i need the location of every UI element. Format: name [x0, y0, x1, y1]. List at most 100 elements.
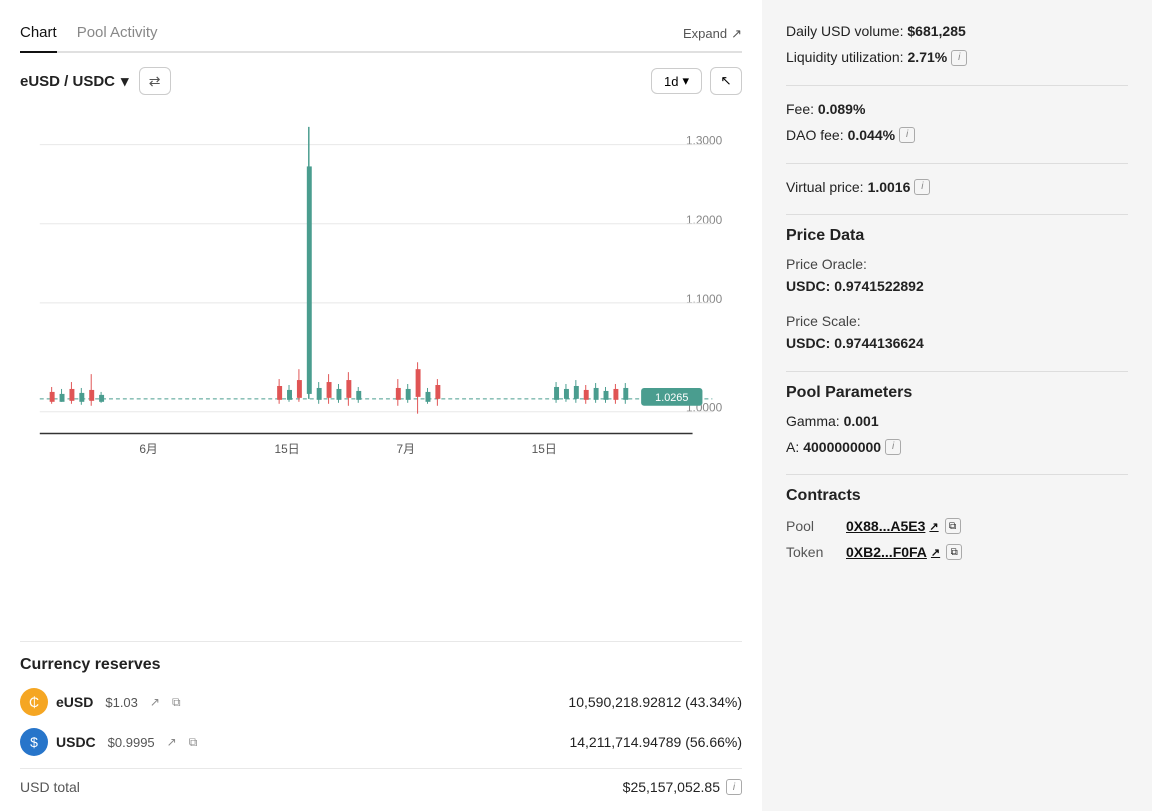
usd-total-amount: $25,157,052.85 — [623, 779, 720, 795]
a-info-icon[interactable]: i — [885, 439, 901, 455]
usdc-copy-icon[interactable]: ⧉ — [189, 735, 198, 750]
y-label-1100: 1.1000 — [686, 292, 723, 306]
eusd-copy-icon[interactable]: ⧉ — [172, 695, 181, 710]
y-label-1300: 1.3000 — [686, 134, 723, 148]
left-panel: Chart Pool Activity Expand ↗ eUSD / USDC… — [0, 0, 762, 811]
right-panel: Daily USD volume: $681,285 Liquidity uti… — [762, 0, 1152, 811]
liquidity-value: 2.71% — [908, 46, 948, 68]
chart-svg: 1.3000 1.2000 1.1000 1.0000 — [20, 105, 742, 485]
timeframe-label: 1d — [664, 74, 678, 89]
divider-4 — [786, 371, 1128, 372]
virtual-price-info-icon[interactable]: i — [914, 179, 930, 195]
a-value: 4000000000 — [803, 436, 881, 458]
divider-2 — [786, 163, 1128, 164]
token-contract-row: Token 0XB2...F0FA ↗ ⧉ — [786, 539, 1128, 565]
liquidity-info-icon[interactable]: i — [951, 50, 967, 66]
dao-fee-row: DAO fee: 0.044% i — [786, 124, 1128, 146]
virtual-price-row: Virtual price: 1.0016 i — [786, 176, 1128, 198]
virtual-price-label: Virtual price: — [786, 176, 864, 198]
dao-fee-value: 0.044% — [848, 124, 895, 146]
divider-1 — [786, 85, 1128, 86]
usdc-token-info: $ USDC $0.9995 ↗ ⧉ — [20, 728, 240, 756]
token-address-link[interactable]: 0XB2...F0FA ↗ — [846, 544, 940, 560]
dao-fee-label: DAO fee: — [786, 124, 844, 146]
divider-3 — [786, 214, 1128, 215]
cursor-button[interactable]: ↖ — [710, 67, 742, 95]
token-contract-cell: 0XB2...F0FA ↗ ⧉ — [846, 539, 1128, 565]
x-label-6: 6月 — [139, 442, 157, 456]
pool-external-icon: ↗ — [929, 520, 938, 533]
scale-row: Price Scale: USDC: 0.9744136624 — [786, 310, 1128, 355]
token-address: 0XB2...F0FA — [846, 544, 927, 560]
usdc-price: $0.9995 — [108, 735, 155, 750]
price-badge-text: 1.0265 — [655, 392, 688, 404]
liquidity-row: Liquidity utilization: 2.71% i — [786, 46, 1128, 68]
daily-volume-label: Daily USD volume: — [786, 23, 903, 39]
eusd-icon: ₵ — [20, 688, 48, 716]
tabs-bar: Chart Pool Activity Expand ↗ — [20, 16, 742, 53]
pair-dropdown-arrow: ▾ — [121, 72, 129, 90]
scale-value: USDC: 0.9744136624 — [786, 332, 1128, 354]
y-label-1200: 1.2000 — [686, 213, 723, 227]
reserves-title: Currency reserves — [20, 656, 742, 674]
eusd-amount: 10,590,218.92812 (43.34%) — [568, 694, 742, 710]
expand-label: Expand — [683, 26, 727, 41]
currency-reserves-section: Currency reserves ₵ eUSD $1.03 ↗ ⧉ 10,59… — [20, 641, 742, 795]
pool-params-title: Pool Parameters — [786, 384, 1128, 402]
gamma-label: Gamma: — [786, 413, 840, 429]
eusd-external-link[interactable]: ↗ — [150, 695, 160, 709]
usd-total-value: $25,157,052.85 i — [623, 779, 742, 795]
cursor-icon: ↖ — [720, 73, 731, 89]
reserve-row-usdc: $ USDC $0.9995 ↗ ⧉ 14,211,714.94789 (56.… — [20, 728, 742, 756]
pool-address: 0X88...A5E3 — [846, 518, 925, 534]
pool-contract-row: Pool 0X88...A5E3 ↗ ⧉ — [786, 513, 1128, 539]
token-copy-icon[interactable]: ⧉ — [946, 544, 962, 560]
pool-contract-cell: 0X88...A5E3 ↗ ⧉ — [846, 513, 1128, 539]
usdc-name: USDC — [56, 734, 96, 750]
virtual-price-value: 1.0016 — [868, 176, 911, 198]
dao-fee-info-icon[interactable]: i — [899, 127, 915, 143]
tab-chart[interactable]: Chart — [20, 16, 57, 53]
usd-total-label: USD total — [20, 779, 80, 795]
usdc-external-link[interactable]: ↗ — [167, 735, 177, 749]
liquidity-label: Liquidity utilization: — [786, 46, 904, 68]
gamma-value: 0.001 — [844, 413, 879, 429]
x-label-15b: 15日 — [532, 442, 557, 456]
chart-controls-right: 1d ▾ ↖ — [651, 67, 742, 95]
daily-volume-row: Daily USD volume: $681,285 — [786, 20, 1128, 42]
price-data-title: Price Data — [786, 227, 1128, 245]
a-label: A: — [786, 436, 799, 458]
pair-selector[interactable]: eUSD / USDC ▾ — [20, 72, 129, 90]
timeframe-arrow: ▾ — [682, 73, 689, 89]
timeframe-button[interactable]: 1d ▾ — [651, 68, 702, 94]
pool-contract-label: Pool — [786, 513, 846, 539]
swap-button[interactable]: ⇄ — [139, 67, 171, 95]
x-label-15a: 15日 — [275, 442, 300, 456]
scale-label: Price Scale: — [786, 310, 1128, 332]
usdc-icon: $ — [20, 728, 48, 756]
eusd-price: $1.03 — [105, 695, 138, 710]
token-contract-label: Token — [786, 539, 846, 565]
a-row: A: 4000000000 i — [786, 436, 1128, 458]
pair-label: eUSD / USDC — [20, 73, 115, 90]
daily-volume-value: $681,285 — [907, 23, 965, 39]
divider-5 — [786, 474, 1128, 475]
chart-controls: eUSD / USDC ▾ ⇄ 1d ▾ ↖ — [20, 67, 742, 95]
fee-value: 0.089% — [818, 101, 865, 117]
expand-icon: ↗ — [731, 26, 742, 42]
expand-button[interactable]: Expand ↗ — [683, 26, 742, 42]
contracts-table: Pool 0X88...A5E3 ↗ ⧉ Token 0XB2...F0FA ↗ — [786, 513, 1128, 565]
oracle-label: Price Oracle: — [786, 253, 1128, 275]
x-label-7: 7月 — [396, 442, 414, 456]
oracle-row: Price Oracle: USDC: 0.9741522892 — [786, 253, 1128, 298]
pool-copy-icon[interactable]: ⧉ — [945, 518, 961, 534]
usd-total-info-icon[interactable]: i — [726, 779, 742, 795]
token-external-icon: ↗ — [931, 546, 940, 559]
eusd-name: eUSD — [56, 694, 93, 710]
tab-pool-activity[interactable]: Pool Activity — [77, 16, 158, 53]
usdc-amount: 14,211,714.94789 (56.66%) — [569, 734, 742, 750]
pool-address-link[interactable]: 0X88...A5E3 ↗ — [846, 518, 939, 534]
usd-total-row: USD total $25,157,052.85 i — [20, 768, 742, 795]
fee-label: Fee: — [786, 101, 814, 117]
oracle-value: USDC: 0.9741522892 — [786, 275, 1128, 297]
